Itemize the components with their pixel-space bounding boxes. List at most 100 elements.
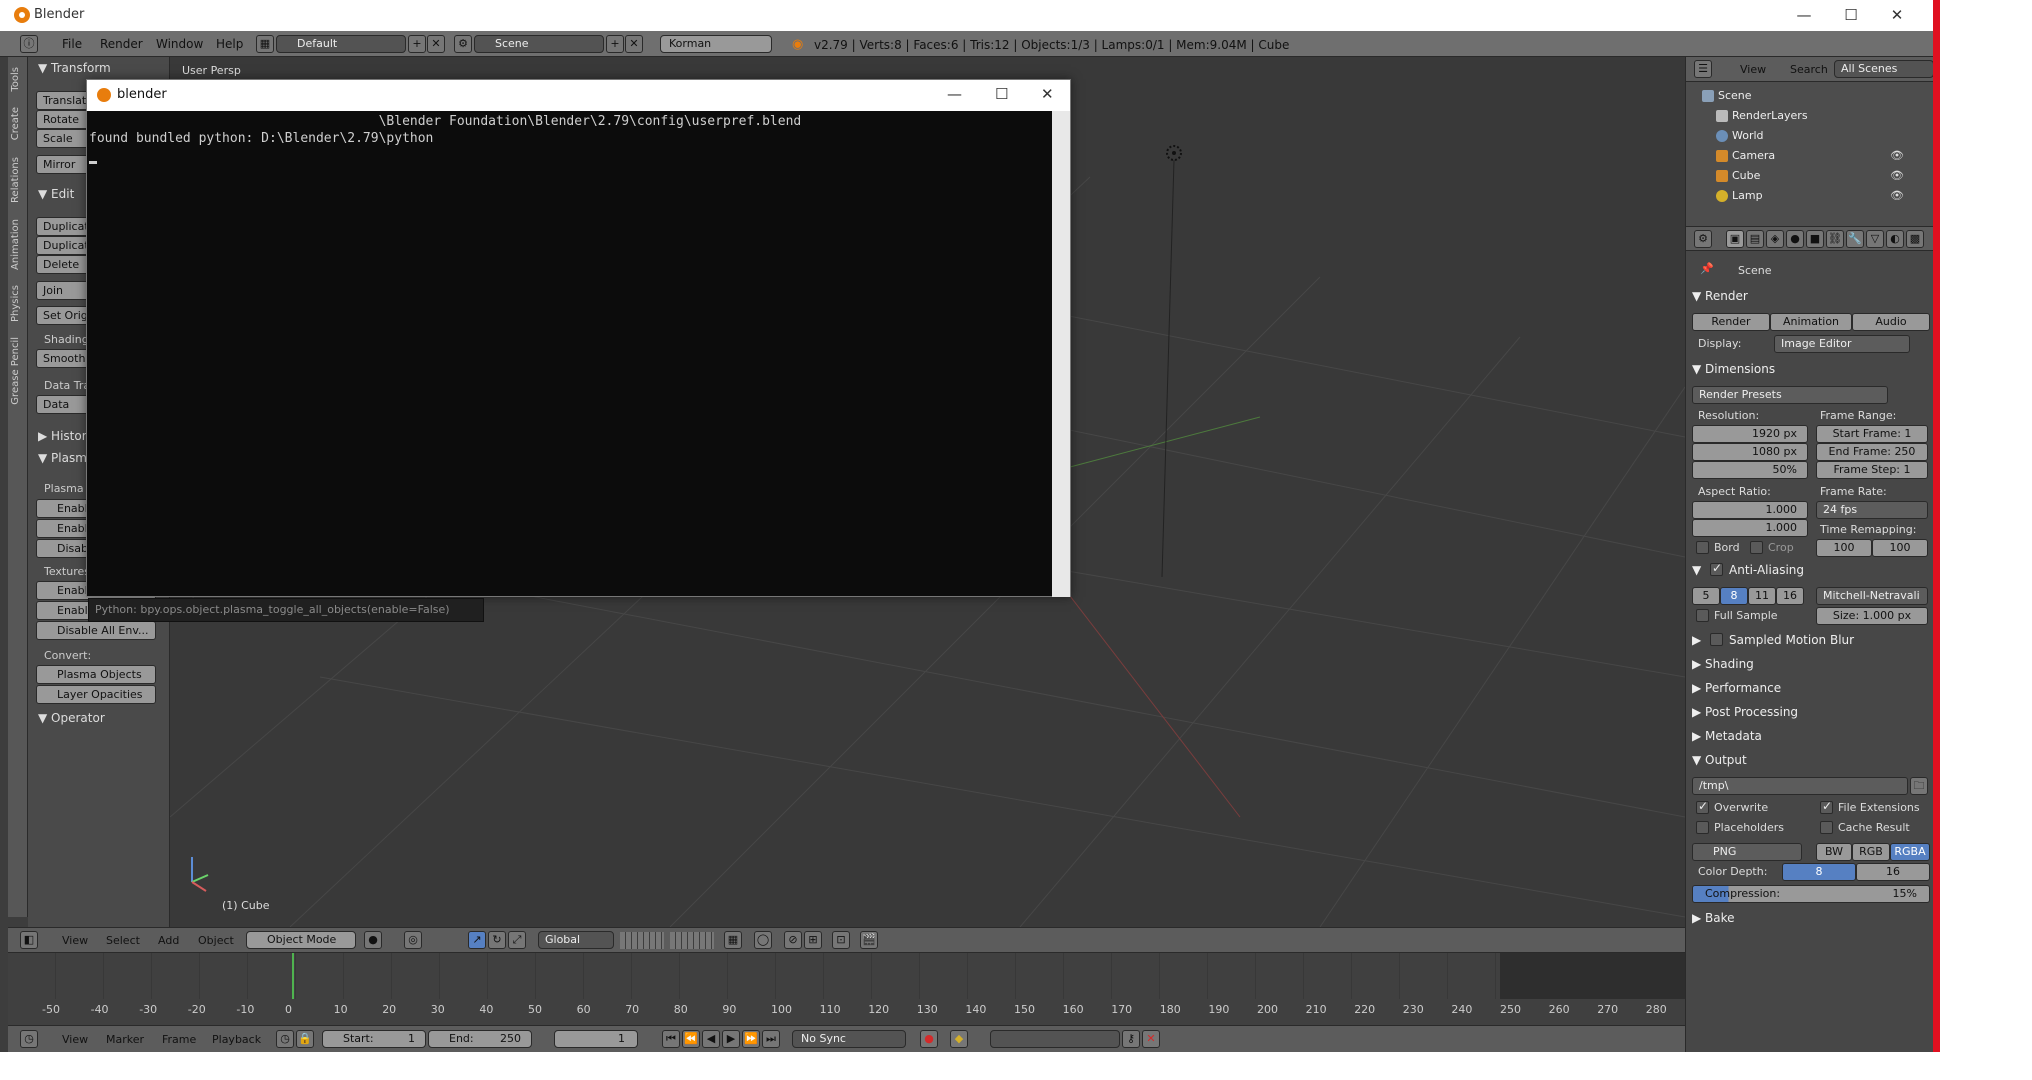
aspect-y-field[interactable]: 1.000 (1692, 519, 1808, 537)
console-close-button[interactable]: ✕ (1041, 85, 1054, 103)
operator-panel-header[interactable]: ▼ Operator (38, 711, 105, 725)
console-minimize-button[interactable]: — (947, 85, 962, 103)
outliner-item-scene[interactable]: Scene (1718, 89, 1752, 102)
resolution-x-field[interactable]: 1920 px (1692, 425, 1808, 443)
view3d-add-menu[interactable]: Add (158, 934, 179, 947)
remove-scene-icon[interactable]: ✕ (625, 35, 643, 53)
scene-layers-b[interactable] (670, 932, 714, 949)
add-layout-icon[interactable]: + (408, 35, 426, 53)
active-keying-set-field[interactable] (990, 1030, 1120, 1048)
bake-panel-header[interactable]: ▶ Bake (1692, 911, 1735, 925)
start-frame-field[interactable]: Start Frame: 1 (1816, 425, 1928, 443)
file-format-select[interactable]: PNG (1692, 843, 1802, 861)
end-frame-timeline-field[interactable]: End: 250 (428, 1030, 532, 1048)
view3d-editor-type-icon[interactable]: ◧ (20, 931, 38, 949)
outliner-item-cube[interactable]: Cube (1732, 169, 1760, 182)
keying-set-icon[interactable]: ◆ (950, 1030, 968, 1048)
current-frame-field[interactable]: 1 (554, 1030, 638, 1048)
texture-context-icon[interactable]: ▩ (1906, 230, 1924, 248)
compression-slider[interactable]: Compression: 15% (1692, 885, 1930, 903)
jump-keyframe-back-icon[interactable]: ⏪ (682, 1030, 700, 1048)
screen-layout-field[interactable]: Default (276, 35, 406, 53)
menu-file[interactable]: File (62, 37, 82, 51)
remap-new-field[interactable]: 100 (1872, 539, 1928, 557)
manipulator-rotate-icon[interactable]: ↻ (488, 931, 506, 949)
start-frame-timeline-field[interactable]: Start: 1 (322, 1030, 426, 1048)
scene-field[interactable]: Scene (474, 35, 604, 53)
timeline-playback-menu[interactable]: Playback (212, 1033, 261, 1046)
frame-step-field[interactable]: Frame Step: 1 (1816, 461, 1928, 479)
output-path-field[interactable]: /tmp\ (1692, 777, 1908, 795)
play-reverse-icon[interactable]: ◀ (702, 1030, 720, 1048)
maximize-button[interactable]: ☐ (1836, 4, 1866, 26)
animation-button[interactable]: Animation (1770, 313, 1852, 331)
jump-keyframe-forward-icon[interactable]: ⏩ (742, 1030, 760, 1048)
console-window[interactable]: blender — ☐ ✕ \Blender Foundation\Blende… (86, 79, 1071, 597)
display-select[interactable]: Image Editor (1774, 335, 1910, 353)
metadata-panel-header[interactable]: ▶ Metadata (1692, 729, 1762, 743)
outliner-search-menu[interactable]: Search (1790, 63, 1828, 76)
record-keyframe-icon[interactable]: ● (920, 1030, 938, 1048)
preview-range-icon[interactable]: ◷ (276, 1030, 294, 1048)
outliner-filter-select[interactable]: All Scenes (1834, 60, 1934, 78)
modifiers-context-icon[interactable]: 🔧 (1846, 230, 1864, 248)
folder-browse-icon[interactable]: 🗀 (1910, 777, 1928, 795)
placeholders-checkbox[interactable] (1696, 821, 1709, 834)
overwrite-checkbox[interactable] (1696, 799, 1709, 814)
material-context-icon[interactable]: ◐ (1886, 230, 1904, 248)
outliner-editor-type-icon[interactable]: ☰ (1694, 60, 1712, 78)
properties-editor-type-icon[interactable]: ⚙ (1694, 230, 1712, 248)
outliner-item-world[interactable]: World (1732, 129, 1764, 142)
render-engine-select[interactable]: Korman (660, 35, 772, 53)
jump-start-icon[interactable]: ⏮ (662, 1030, 680, 1048)
manipulator-translate-icon[interactable]: ↗ (468, 931, 486, 949)
tab-tools[interactable]: Tools (10, 67, 21, 92)
resolution-percentage-field[interactable]: 50% (1692, 461, 1808, 479)
render-presets-select[interactable]: Render Presets (1692, 386, 1888, 404)
transform-orientation-select[interactable]: Global (538, 931, 614, 949)
aa-samples-16[interactable]: 16 (1776, 587, 1804, 605)
scene-context-icon[interactable]: ◈ (1766, 230, 1784, 248)
editor-type-info-icon[interactable]: ⓘ (20, 35, 38, 53)
pivot-point-icon[interactable]: ◎ (404, 931, 422, 949)
remove-layout-icon[interactable]: ✕ (427, 35, 445, 53)
play-icon[interactable]: ▶ (722, 1030, 740, 1048)
motion-blur-panel-header[interactable]: ▶ Sampled Motion Blur (1692, 633, 1854, 647)
pin-icon[interactable]: 📌 (1700, 262, 1714, 275)
interaction-mode-select[interactable]: Object Mode (246, 931, 356, 949)
insert-keyframe-icon[interactable]: ⚷ (1122, 1030, 1140, 1048)
outliner-view-menu[interactable]: View (1740, 63, 1766, 76)
world-context-icon[interactable]: ● (1786, 230, 1804, 248)
aa-size-field[interactable]: Size: 1.000 px (1816, 607, 1928, 625)
jump-end-icon[interactable]: ⏭ (762, 1030, 780, 1048)
resolution-y-field[interactable]: 1080 px (1692, 443, 1808, 461)
convert-plasma-objects-button[interactable]: Plasma Objects (36, 665, 156, 684)
tab-create[interactable]: Create (10, 107, 21, 140)
minimize-button[interactable]: — (1789, 4, 1819, 26)
proportional-edit-icon[interactable]: ◯ (754, 931, 772, 949)
tab-animation[interactable]: Animation (10, 219, 21, 270)
timeline-frame-menu[interactable]: Frame (162, 1033, 196, 1046)
delete-keyframe-icon[interactable]: ✕ (1142, 1030, 1160, 1048)
timeline-editor-type-icon[interactable]: ◷ (20, 1030, 38, 1048)
outliner-item-renderlayers[interactable]: RenderLayers (1732, 109, 1808, 122)
lock-frame-icon[interactable]: 🔒 (296, 1030, 314, 1048)
console-maximize-button[interactable]: ☐ (995, 85, 1008, 103)
color-bw-button[interactable]: BW (1816, 843, 1852, 861)
object-context-icon[interactable]: ■ (1806, 230, 1824, 248)
output-panel-header[interactable]: ▼ Output (1692, 753, 1747, 767)
menu-window[interactable]: Window (156, 37, 203, 51)
data-context-icon[interactable]: ▽ (1866, 230, 1884, 248)
end-frame-field[interactable]: End Frame: 250 (1816, 443, 1928, 461)
console-scrollbar[interactable] (1052, 111, 1070, 597)
opengl-render-anim-icon[interactable]: 🎬 (860, 931, 878, 949)
cache-result-checkbox[interactable] (1820, 821, 1833, 834)
render-panel-header[interactable]: ▼ Render (1692, 289, 1748, 303)
outliner-item-lamp[interactable]: Lamp (1732, 189, 1763, 202)
lamp-visibility-eye-icon[interactable]: 👁 (1890, 189, 1904, 202)
edit-panel-header[interactable]: ▼ Edit (38, 187, 74, 201)
current-frame-indicator[interactable] (292, 953, 294, 999)
tab-physics[interactable]: Physics (10, 285, 21, 322)
disable-all-env-button[interactable]: Disable All Env... (36, 621, 156, 640)
dimensions-panel-header[interactable]: ▼ Dimensions (1692, 362, 1775, 376)
